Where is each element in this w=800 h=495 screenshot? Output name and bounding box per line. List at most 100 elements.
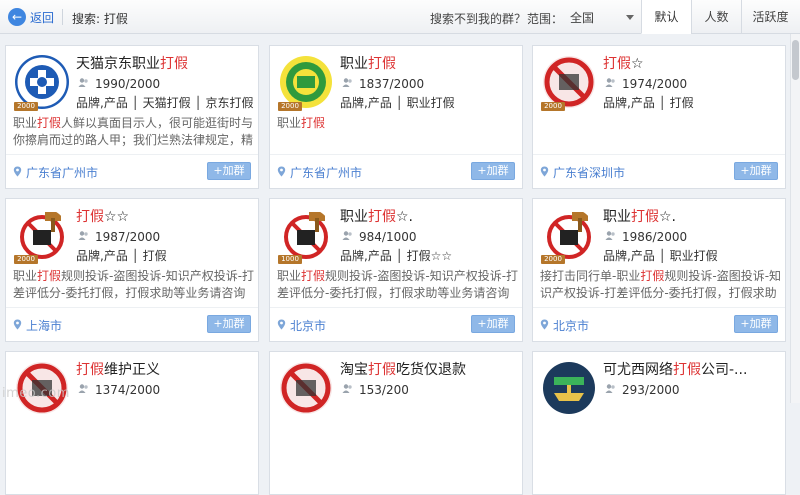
desc-prefix: 职业 [277, 116, 302, 130]
group-title[interactable]: 职业打假☆. [340, 206, 518, 226]
location-text: 北京市 [553, 319, 590, 333]
title-prefix: 职业 [603, 209, 631, 225]
group-avatar[interactable] [542, 361, 596, 415]
group-title[interactable]: 可尤西网络打假公司-... [603, 359, 781, 379]
group-card[interactable]: 2000 职业打假 1837/2000 品牌,产品 │ 职业打假 职业打假 广东省广州市 +… [269, 45, 523, 189]
group-title[interactable]: 打假☆ [603, 53, 781, 73]
group-avatar[interactable] [279, 208, 333, 262]
member-count-value: 1374/2000 [95, 383, 161, 397]
card-divider [270, 307, 522, 308]
card-divider [6, 154, 258, 155]
title-keyword: 打假 [76, 362, 104, 378]
tab-activity[interactable]: 活跃度 [741, 0, 799, 34]
member-count: 153/200 [342, 383, 409, 397]
not-found-link[interactable]: 搜索不到我的群？ [430, 10, 526, 27]
group-tags: 品牌,产品 │ 职业打假 [340, 96, 455, 110]
join-group-button[interactable]: +加群 [734, 315, 778, 333]
back-button[interactable]: ← 返回 [8, 7, 54, 27]
member-count-value: 153/200 [359, 383, 409, 397]
group-title[interactable]: 打假☆☆ [76, 206, 254, 226]
member-count: 1990/2000 [78, 77, 160, 91]
group-card[interactable]: 1000 职业打假☆. 984/1000 品牌,产品 │ 打假☆☆ 职业打假规则投诉-盗… [269, 198, 523, 342]
join-group-button[interactable]: +加群 [471, 315, 515, 333]
group-location: 上海市 [13, 317, 62, 334]
scope-dropdown[interactable]: 全国 [570, 8, 634, 26]
join-group-button[interactable]: +加群 [207, 315, 251, 333]
group-location: 北京市 [540, 317, 589, 334]
desc-keyword: 打假 [301, 116, 326, 130]
group-location: 北京市 [277, 317, 326, 334]
member-count-value: 1837/2000 [359, 77, 425, 91]
group-title[interactable]: 职业打假☆. [603, 206, 781, 226]
group-avatar[interactable] [542, 55, 596, 109]
group-avatar[interactable] [279, 55, 333, 109]
capacity-badge: 2000 [541, 102, 565, 111]
capacity-badge: 1000 [278, 255, 302, 264]
watermark-text: imeo.com [2, 386, 70, 401]
vertical-scrollbar[interactable] [790, 34, 800, 403]
capacity-badge: 2000 [278, 102, 302, 111]
member-count-value: 293/2000 [622, 383, 680, 397]
group-card[interactable]: 可尤西网络打假公司-... 293/2000 [532, 351, 786, 495]
group-description: 接打击同行单-职业打假规则投诉-盗图投诉-知识产权投诉-打差评低分-委托打假，打… [540, 268, 782, 302]
location-text: 北京市 [290, 319, 327, 333]
members-icon [605, 383, 616, 397]
location-pin-icon [540, 319, 549, 333]
group-tags: 品牌,产品 │ 打假☆☆ [340, 249, 453, 263]
desc-prefix: 接打击同行单-职业 [540, 269, 641, 283]
group-description: 职业打假 [277, 115, 519, 149]
group-card[interactable]: 2000 职业打假☆. 1986/2000 品牌,产品 │ 职业打假 接打击同行单-职业… [532, 198, 786, 342]
group-description [540, 421, 782, 455]
title-suffix: ☆. [396, 209, 414, 225]
group-tags: 品牌,产品 │ 打假 [76, 249, 167, 263]
join-group-button[interactable]: +加群 [207, 162, 251, 180]
members-icon [342, 383, 353, 397]
title-suffix: ☆☆ [104, 209, 130, 225]
location-pin-icon [540, 166, 549, 180]
join-group-button[interactable]: +加群 [471, 162, 515, 180]
group-tags: 品牌,产品 │ 打假 [603, 96, 694, 110]
member-count: 1837/2000 [342, 77, 424, 91]
member-count-value: 1986/2000 [622, 230, 688, 244]
group-title[interactable]: 天猫京东职业打假 [76, 53, 254, 73]
scrollbar-thumb[interactable] [792, 40, 799, 80]
desc-prefix: 职业 [277, 269, 302, 283]
members-icon [605, 77, 616, 91]
title-keyword: 打假 [603, 56, 631, 72]
group-description: 职业打假规则投诉-盗图投诉-知识产权投诉-打差评低分-委托打假，打假求助等业务请… [13, 268, 255, 302]
title-keyword: 打假 [631, 209, 659, 225]
card-divider [533, 154, 785, 155]
group-card[interactable]: 打假维护正义 1374/2000 [5, 351, 259, 495]
members-icon [78, 230, 89, 244]
group-title[interactable]: 淘宝打假吃货仅退款 [340, 359, 518, 379]
group-title[interactable]: 打假维护正义 [76, 359, 254, 379]
group-card[interactable]: 2000 天猫京东职业打假 1990/2000 品牌,产品 │ 天猫打假 │ 京东打假… [5, 45, 259, 189]
group-card[interactable]: 2000 打假☆☆ 1987/2000 品牌,产品 │ 打假 职业打假规则投诉-盗图投诉… [5, 198, 259, 342]
desc-keyword: 打假 [640, 269, 665, 283]
toolbar-divider [62, 9, 63, 25]
location-pin-icon [13, 166, 22, 180]
tab-default[interactable]: 默认 [641, 0, 691, 34]
card-divider [533, 307, 785, 308]
join-group-button[interactable]: +加群 [734, 162, 778, 180]
title-prefix: 淘宝 [340, 362, 368, 378]
group-avatar[interactable] [279, 361, 333, 415]
member-count: 984/1000 [342, 230, 417, 244]
group-card[interactable]: 2000 打假☆ 1974/2000 品牌,产品 │ 打假广东省深圳市 +加群 [532, 45, 786, 189]
group-avatar[interactable] [15, 208, 69, 262]
group-title[interactable]: 职业打假 [340, 53, 518, 73]
desc-keyword: 打假 [37, 269, 62, 283]
tab-member-count[interactable]: 人数 [691, 0, 741, 34]
group-avatar[interactable] [15, 55, 69, 109]
member-count-value: 1974/2000 [622, 77, 688, 91]
group-description [540, 115, 782, 149]
group-tags: 品牌,产品 │ 天猫打假 │ 京东打假 │ ... [76, 96, 256, 110]
group-description: 职业打假规则投诉-盗图投诉-知识产权投诉-打差评低分-委托打假，打假求助等业务请… [277, 268, 519, 302]
members-icon [605, 230, 616, 244]
group-card[interactable]: 淘宝打假吃货仅退款 153/200 [269, 351, 523, 495]
title-suffix: 吃货仅退款 [396, 362, 466, 378]
capacity-badge: 2000 [14, 102, 38, 111]
group-location: 广东省广州市 [13, 164, 98, 181]
group-location: 广东省深圳市 [540, 164, 625, 181]
group-avatar[interactable] [542, 208, 596, 262]
